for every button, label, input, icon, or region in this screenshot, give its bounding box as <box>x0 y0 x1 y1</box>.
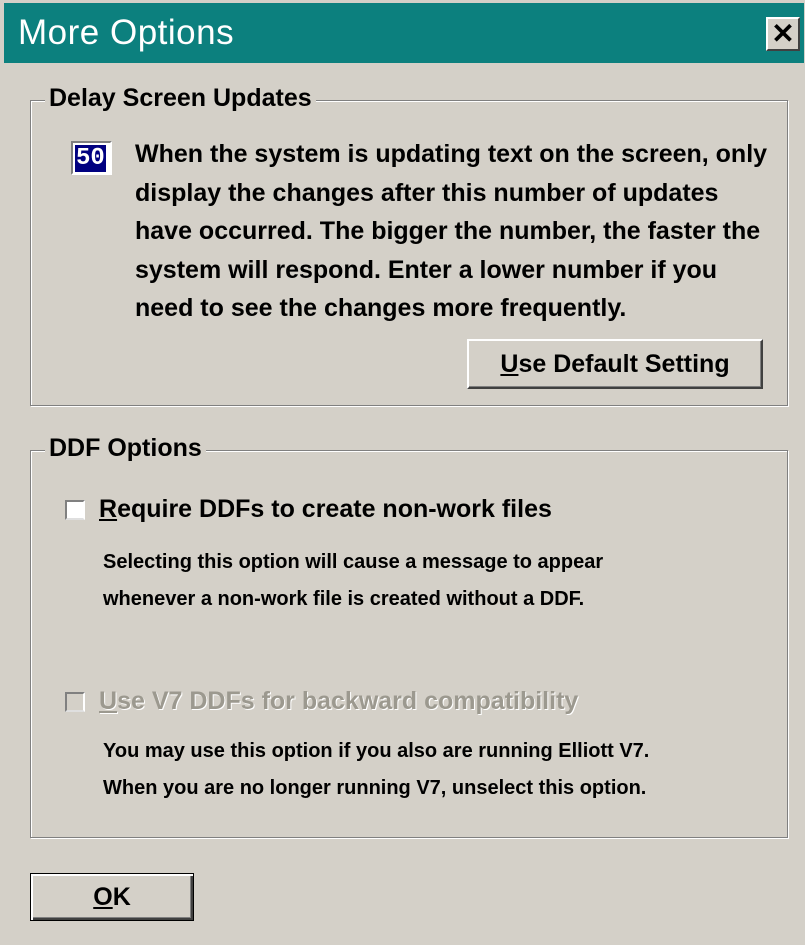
update-count-value: 50 <box>75 145 106 172</box>
update-count-input[interactable]: 50 <box>71 141 112 175</box>
use-v7-ddfs-checkbox <box>65 691 85 712</box>
use-v7-ddfs-mnemonic: U <box>99 687 118 715</box>
require-ddfs-checkbox[interactable] <box>65 499 85 520</box>
use-v7-help-line2: When you are no longer running V7, unsel… <box>103 777 647 799</box>
ddf-group-legend: DDF Options <box>45 434 206 463</box>
use-v7-ddfs-checkbox-row: Use V7 DDFs for backward compatibility <box>65 687 578 716</box>
use-v7-ddfs-label-text: se V7 DDFs for backward compatibility <box>117 687 579 715</box>
use-default-setting-button[interactable]: Use Default Setting <box>467 339 763 389</box>
ddf-options-group: DDF Options Require DDFs to create non-w… <box>30 434 788 838</box>
ok-button[interactable]: OK <box>30 873 194 921</box>
use-v7-help-line1: You may use this option if you also are … <box>103 740 650 762</box>
ok-mnemonic: O <box>93 882 113 911</box>
ok-label: K <box>112 882 131 911</box>
require-ddfs-help-line1: Selecting this option will cause a messa… <box>103 551 604 573</box>
close-icon: ✕ <box>771 18 795 49</box>
dialog-title: More Options <box>18 13 235 52</box>
require-ddfs-checkbox-row[interactable]: Require DDFs to create non-work files <box>65 495 552 524</box>
default-button-mnemonic: U <box>500 349 519 378</box>
close-button[interactable]: ✕ <box>766 17 800 51</box>
require-ddfs-help: Selecting this option will cause a messa… <box>103 544 773 618</box>
delay-screen-updates-group: Delay Screen Updates 50 When the system … <box>30 84 788 406</box>
default-button-label: se Default Setting <box>518 349 730 378</box>
require-ddfs-help-line2: whenever a non-work file is created with… <box>103 588 585 610</box>
title-bar[interactable]: More Options ✕ <box>4 3 804 63</box>
delay-group-legend: Delay Screen Updates <box>45 84 316 113</box>
require-ddfs-label[interactable]: Require DDFs to create non-work files <box>99 495 552 524</box>
more-options-dialog: More Options ✕ Delay Screen Updates 50 W… <box>0 0 805 945</box>
use-v7-ddfs-help: You may use this option if you also are … <box>103 733 773 807</box>
delay-description: When the system is updating text on the … <box>135 140 768 322</box>
require-ddfs-label-text: equire DDFs to create non-work files <box>117 495 552 523</box>
use-v7-ddfs-label: Use V7 DDFs for backward compatibility <box>99 687 578 716</box>
require-ddfs-mnemonic: R <box>99 495 118 523</box>
